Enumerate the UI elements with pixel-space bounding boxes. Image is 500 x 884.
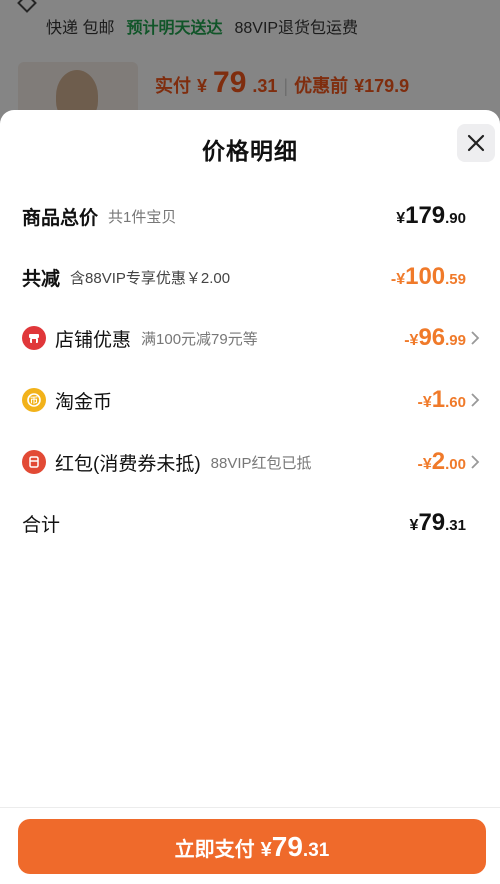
amount-dec: .90 [445, 210, 466, 227]
shop-icon [22, 326, 46, 350]
amount-currency: -¥ [417, 394, 432, 411]
svg-text:币: 币 [30, 395, 38, 405]
row-label: 红包(消费券未抵) [55, 453, 201, 475]
amount-currency: ¥ [396, 210, 406, 227]
amount-dec: .99 [445, 332, 466, 349]
row-sub: 含88VIP专享优惠￥2.00 [70, 269, 231, 287]
row-shop-discount[interactable]: 店铺优惠 满100元减79元等 -¥ 96 .99 [0, 318, 500, 358]
amount-dec: .59 [445, 271, 466, 288]
amount-currency: ¥ [409, 517, 419, 534]
row-label: 合计 [22, 514, 61, 536]
pay-button-dec: .31 [302, 840, 330, 861]
row-taojinbi[interactable]: 币 淘金币 -¥ 1 .60 [0, 380, 500, 420]
chevron-right-icon [471, 455, 480, 469]
row-sub: 满100元减79元等 [141, 330, 258, 348]
amount-dec: .60 [445, 394, 466, 411]
row-label: 店铺优惠 [55, 329, 132, 351]
amount-int: 100 [405, 263, 446, 290]
row-sub: 共1件宝贝 [108, 208, 177, 226]
red-packet-icon [22, 450, 46, 474]
amount-currency: -¥ [390, 271, 406, 288]
row-total-discount: 共减 含88VIP专享优惠￥2.00 -¥ 100 .59 [0, 257, 500, 297]
pay-button-int: 79 [271, 831, 303, 862]
row-sub: 88VIP红包已抵 [210, 454, 312, 472]
row-amount: -¥ 1 .60 [418, 386, 466, 414]
row-total-goods: 商品总价 共1件宝贝 ¥ 179 .90 [0, 196, 500, 236]
amount-currency: -¥ [417, 456, 432, 473]
close-button[interactable] [457, 124, 495, 162]
row-red-packet[interactable]: 红包(消费券未抵) 88VIP红包已抵 -¥ 2 .00 [0, 442, 500, 482]
row-amount: -¥ 2 .00 [418, 448, 466, 476]
bottom-divider [0, 807, 500, 808]
amount-int: 2 [431, 448, 446, 475]
amount-int: 1 [431, 386, 446, 413]
coin-icon: 币 [22, 388, 46, 412]
close-icon [467, 134, 485, 152]
row-amount: -¥ 100 .59 [391, 263, 466, 291]
pay-button-label: 立即支付 [174, 839, 255, 861]
amount-dec: .00 [445, 456, 466, 473]
amount-dec: .31 [445, 517, 466, 534]
pay-now-button[interactable]: 立即支付 ¥ 79 .31 [18, 819, 486, 874]
pay-button-currency: ¥ [260, 839, 272, 861]
row-amount: -¥ 96 .99 [404, 324, 466, 352]
chevron-right-icon [471, 393, 480, 407]
row-sum-total: 合计 ¥ 79 .31 [0, 503, 500, 543]
amount-int: 179 [405, 202, 446, 229]
amount-currency: -¥ [404, 332, 419, 349]
row-label: 商品总价 [22, 207, 99, 229]
price-detail-sheet: 价格明细 商品总价 共1件宝贝 ¥ 179 .90 共减 含88VIP专享优惠￥… [0, 110, 500, 884]
row-label: 淘金币 [55, 391, 113, 413]
row-amount: ¥ 79 .31 [410, 509, 466, 537]
chevron-right-icon [471, 331, 480, 345]
row-amount: ¥ 179 .90 [396, 202, 466, 230]
row-label: 共减 [22, 268, 61, 290]
sheet-title: 价格明细 [202, 138, 298, 164]
amount-int: 79 [418, 509, 446, 536]
amount-int: 96 [418, 324, 446, 351]
